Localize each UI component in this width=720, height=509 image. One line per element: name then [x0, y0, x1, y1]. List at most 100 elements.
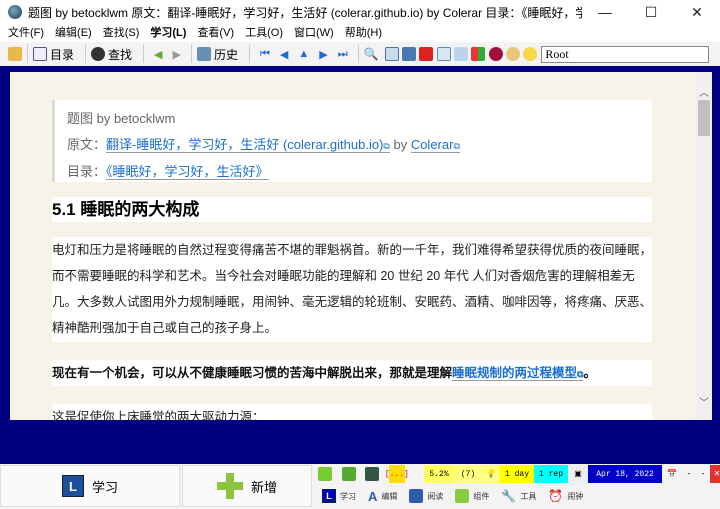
paragraph: 这是促使你上床睡觉的两大驱动力源：: [52, 404, 652, 420]
source-link[interactable]: 翻译-睡眠好，学习好，生活好 (colerar.github.io)⧉: [106, 137, 390, 153]
back-arrow-icon[interactable]: ◀: [154, 48, 162, 61]
separator: [248, 45, 250, 63]
interval-indicator: 1 day: [500, 465, 535, 483]
window-icon[interactable]: [453, 47, 468, 61]
minimize-button[interactable]: —: [582, 4, 628, 20]
by-label: by: [389, 137, 411, 152]
search-label: 查找: [108, 47, 133, 62]
root-field[interactable]: Root: [541, 45, 710, 63]
separator: [357, 45, 359, 63]
history-label: 历史: [213, 47, 238, 62]
meta-title: 题图 by betocklwm: [67, 111, 176, 126]
tab-components[interactable]: 组件: [451, 489, 493, 503]
components-icon: [455, 489, 470, 503]
tab-learn[interactable]: L 学习: [318, 489, 360, 503]
section-heading: 5.1 睡眠的两大构成: [52, 197, 652, 222]
close-button[interactable]: ✕: [674, 4, 720, 21]
clipboard-icon[interactable]: [341, 467, 356, 481]
source-line: 原文：翻译-睡眠好，学习好，生活好 (colerar.github.io)⧉ b…: [67, 132, 652, 159]
author-link[interactable]: Colerar⧉: [410, 137, 460, 153]
contents-button[interactable]: 目录: [33, 46, 74, 63]
windows-logo-icon[interactable]: [471, 47, 486, 61]
add-button[interactable]: 新增: [182, 465, 312, 507]
progress-percent: 5.2%: [424, 465, 455, 483]
delete-icon[interactable]: ✕: [710, 465, 720, 483]
up-icon[interactable]: ▲: [298, 48, 309, 60]
contents-label: 目录: [50, 47, 75, 62]
edit-icon: A: [368, 488, 378, 504]
vertical-scrollbar[interactable]: ︿ ﹀: [696, 72, 712, 420]
separator: [190, 45, 192, 63]
panel-icon[interactable]: [365, 467, 380, 481]
binoculars-icon: [91, 47, 106, 61]
learn-label: 学习: [91, 479, 118, 495]
dash: -: [700, 469, 706, 479]
tab-read[interactable]: 阅读: [405, 489, 447, 503]
toc-link[interactable]: 《睡眠好，学习好，生活好》: [106, 164, 269, 180]
window-icon[interactable]: ▣: [568, 465, 589, 483]
menu-bar: 文件(F) 编辑(E) 查找(S) 学习(L) 查看(V) 工具(O) 窗口(W…: [0, 24, 720, 42]
app-icon: [8, 5, 22, 19]
menu-learn[interactable]: 学习(L): [150, 24, 186, 42]
tab-tools[interactable]: 🔧 工具: [497, 489, 540, 503]
menu-file[interactable]: 文件(F): [8, 24, 44, 42]
learn-icon: L: [322, 489, 336, 503]
menu-view[interactable]: 查看(V): [197, 24, 234, 42]
next-icon[interactable]: ▶: [319, 48, 327, 61]
help-icon[interactable]: [488, 47, 503, 61]
source-label: 原文：: [67, 137, 107, 152]
date-indicator: Apr 18, 2022: [588, 465, 663, 483]
priority-icon[interactable]: 💡: [482, 465, 501, 483]
add-label: 新增: [250, 479, 277, 495]
lightbulb-icon[interactable]: [523, 47, 538, 61]
learn-icon: L: [61, 475, 84, 497]
menu-window[interactable]: 窗口(W): [294, 24, 334, 42]
scroll-thumb[interactable]: [698, 100, 710, 136]
calendar-icon[interactable]: 📅: [662, 465, 682, 483]
article-view: 题图 by betocklwm 原文：翻译-睡眠好，学习好，生活好 (coler…: [10, 72, 696, 420]
mode-tabs: L 学习 A 编辑 阅读 组件 🔧 工具 ⏰ 闹钟: [318, 486, 587, 506]
last-icon[interactable]: ⏭: [338, 48, 348, 61]
scroll-down-icon[interactable]: ﹀: [696, 394, 712, 409]
tab-alarm[interactable]: ⏰ 闹钟: [544, 489, 587, 503]
window-title: 题图 by betocklwm 原文：翻译-睡眠好，学习好，生活好 (coler…: [28, 5, 582, 20]
scroll-up-icon[interactable]: ︿: [696, 84, 712, 99]
open-folder-icon[interactable]: [8, 47, 22, 61]
tab-edit[interactable]: A 编辑: [364, 489, 401, 504]
wrench-icon: 🔧: [501, 489, 517, 503]
previous-icon[interactable]: ◀: [280, 48, 288, 61]
learn-button[interactable]: L 学习: [0, 465, 180, 507]
dash: -: [686, 469, 692, 479]
forward-arrow-icon[interactable]: ▶: [173, 48, 181, 61]
text-icon[interactable]: [318, 467, 332, 481]
toolbar: 目录 查找 ◀ ▶ 历史 ⏮ ◀ ▲ ▶ ⏭ 🔍 Root: [0, 42, 720, 66]
book-icon[interactable]: [401, 47, 416, 61]
google-icon[interactable]: [419, 47, 434, 61]
menu-tools[interactable]: 工具(O): [245, 24, 283, 42]
title-bar: 题图 by betocklwm 原文：翻译-睡眠好，学习好，生活好 (coler…: [0, 0, 720, 24]
menu-help[interactable]: 帮助(H): [345, 24, 382, 42]
flag-indicator[interactable]: [...]: [385, 465, 409, 483]
user-icon[interactable]: [505, 47, 520, 61]
maximize-button[interactable]: ☐: [628, 4, 674, 21]
separator: [27, 45, 28, 63]
menu-search[interactable]: 查找(S): [103, 24, 140, 42]
menu-edit[interactable]: 编辑(E): [55, 24, 92, 42]
count-indicator: (7): [454, 465, 483, 483]
two-process-model-link[interactable]: 睡眠规制的两过程模型⧉: [452, 366, 584, 381]
reps-indicator: 1 rep: [534, 465, 569, 483]
dictionary-icon[interactable]: [384, 47, 399, 61]
first-icon[interactable]: ⏮: [260, 48, 270, 61]
search-button[interactable]: 查找: [91, 46, 132, 63]
book-icon: [409, 489, 424, 503]
history-button[interactable]: 历史: [196, 46, 238, 63]
separator: [85, 45, 87, 63]
toc-line: 目录：《睡眠好，学习好，生活好》: [67, 159, 652, 185]
status-row: [...] 5.2% (7) 💡 1 day 1 rep ▣ Apr 18, 2…: [318, 464, 720, 484]
mail-icon[interactable]: [436, 47, 451, 61]
toc-label: 目录：: [67, 164, 107, 179]
plus-icon: [216, 473, 243, 499]
article-meta: 题图 by betocklwm 原文：翻译-睡眠好，学习好，生活好 (coler…: [52, 100, 652, 182]
magnifier-icon[interactable]: 🔍: [364, 47, 379, 61]
separator: [143, 45, 145, 63]
